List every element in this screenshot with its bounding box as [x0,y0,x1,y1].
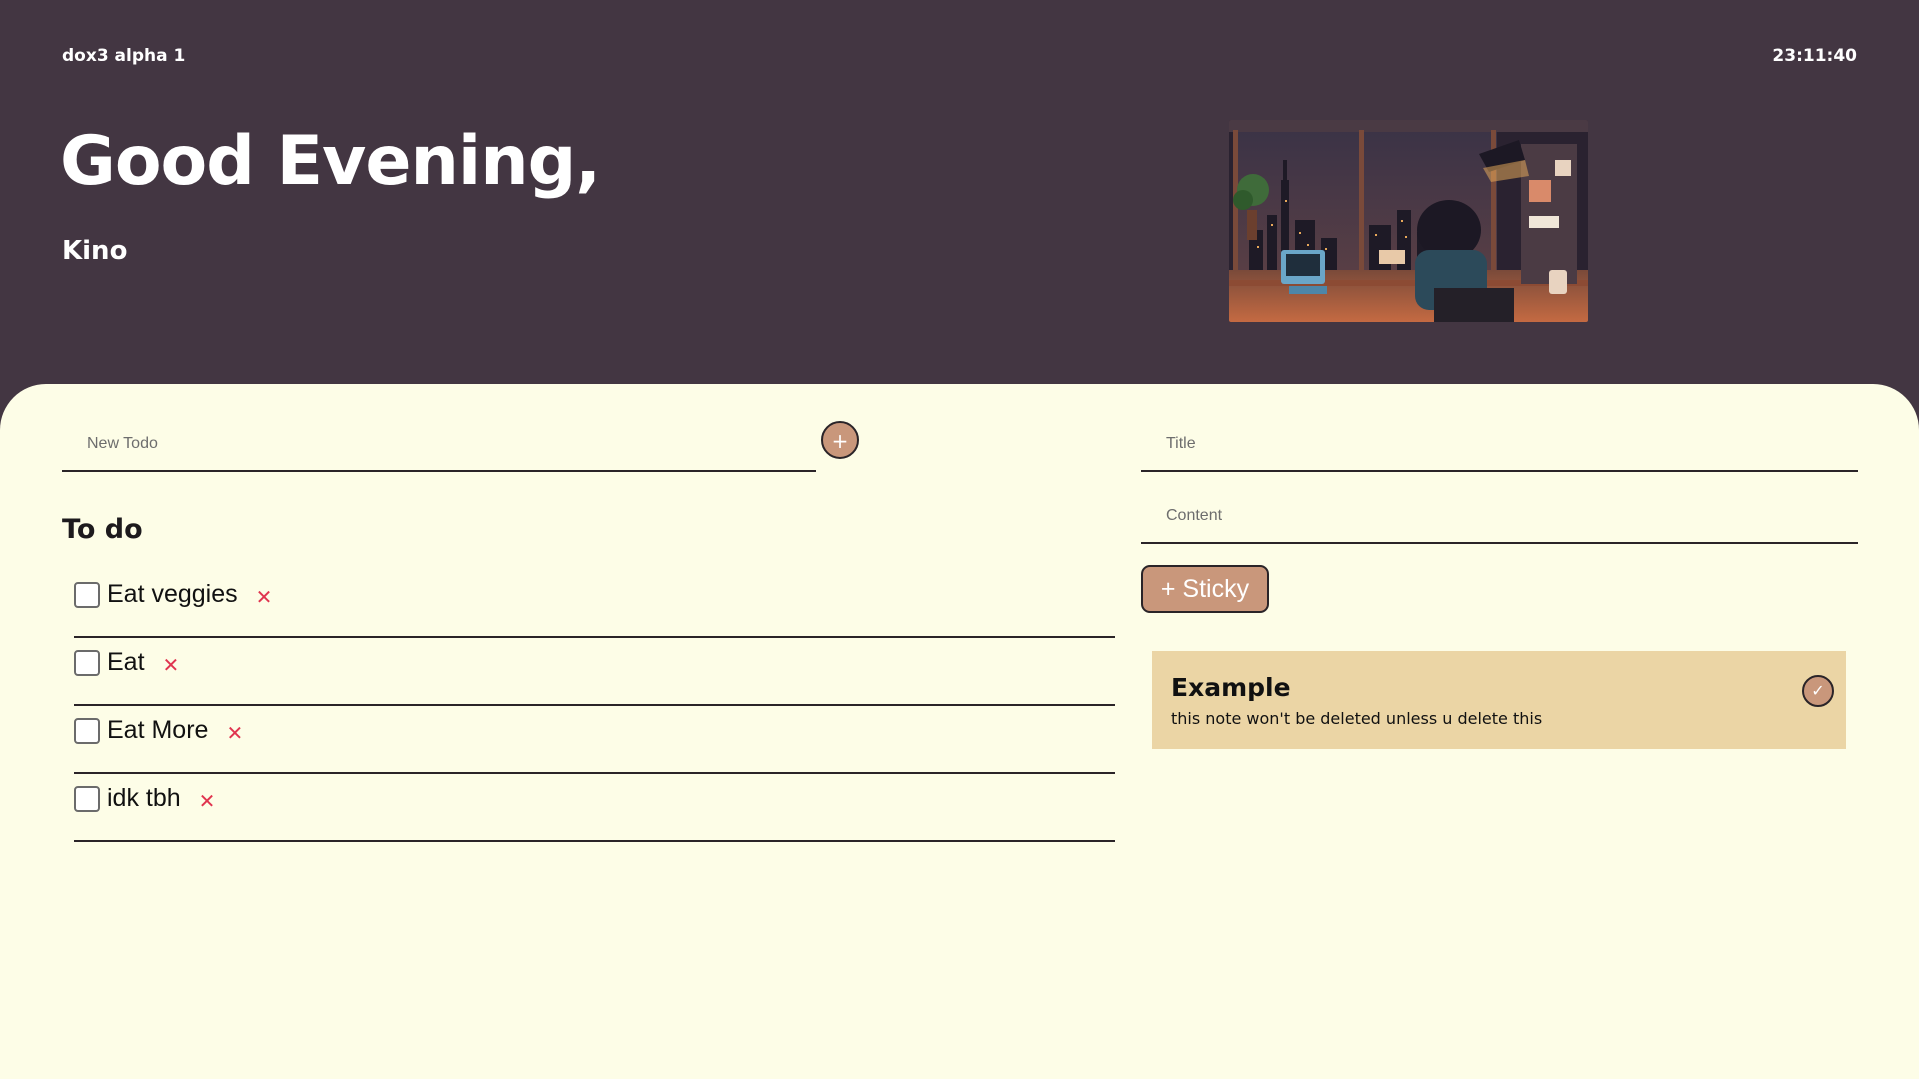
todo-item: Eat More ✕ [74,706,1115,774]
clock: 23:11:40 [1772,46,1857,66]
new-todo-input[interactable] [62,420,827,468]
todo-checkbox[interactable] [74,786,100,812]
note-title-input[interactable] [1141,420,1866,468]
todo-item-label: idk tbh [107,784,181,812]
delete-icon[interactable]: ✕ [256,585,273,609]
todo-item-text: Eat veggies ✕ [107,580,272,609]
note-title-field [1141,420,1866,472]
sticky-body: this note won't be deleted unless u dele… [1171,709,1543,728]
delete-icon[interactable]: ✕ [199,789,216,813]
todo-item-text: idk tbh ✕ [107,784,215,813]
todo-item-label: Eat [107,648,145,676]
check-icon[interactable]: ✓ [1802,675,1834,707]
new-todo-field [62,420,827,472]
note-content-field [1141,492,1866,544]
todo-checkbox[interactable] [74,582,100,608]
lofi-artwork-image [1229,120,1588,322]
username: Kino [62,236,128,266]
greeting: Good Evening, [60,122,601,201]
todo-heading: To do [62,514,143,545]
todo-item-label: Eat veggies [107,580,238,608]
todo-item-label: Eat More [107,716,209,744]
todo-item: idk tbh ✕ [74,774,1115,842]
delete-icon[interactable]: ✕ [226,721,243,745]
sticky-title: Example [1171,673,1291,702]
header: dox3 alpha 1 23:11:40 Good Evening, Kino [0,0,1919,400]
add-sticky-button[interactable]: + Sticky [1141,565,1269,613]
todo-item-text: Eat More ✕ [107,716,243,745]
todo-item-text: Eat ✕ [107,648,179,677]
sticky-note: Example this note won't be deleted unles… [1152,651,1846,749]
todo-checkbox[interactable] [74,718,100,744]
app-title: dox3 alpha 1 [62,46,186,66]
note-content-input[interactable] [1141,492,1866,540]
todo-list: Eat veggies ✕ Eat ✕ Eat More ✕ idk tbh ✕ [74,570,1115,842]
todo-checkbox[interactable] [74,650,100,676]
todo-item: Eat veggies ✕ [74,570,1115,638]
add-todo-button[interactable]: + [821,421,859,459]
todo-item: Eat ✕ [74,638,1115,706]
delete-icon[interactable]: ✕ [163,653,180,677]
